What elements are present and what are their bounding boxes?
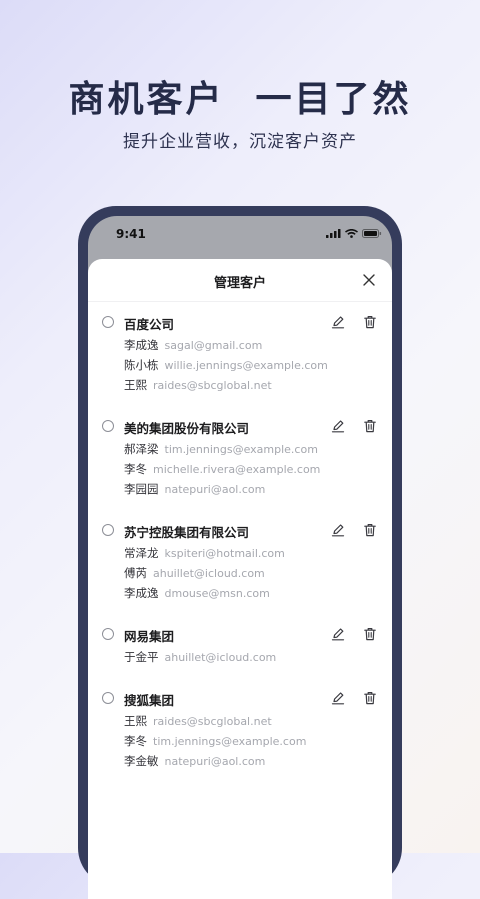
status-icons <box>326 229 382 238</box>
trash-icon[interactable] <box>363 627 377 641</box>
trash-icon[interactable] <box>363 691 377 705</box>
contact-name: 李金敏 <box>124 754 159 768</box>
trash-icon[interactable] <box>363 523 377 537</box>
contact-row: 李金敏 natepuri@aol.com <box>124 753 265 769</box>
contact-row: 郝泽梁 tim.jennings@example.com <box>124 441 318 457</box>
contact-email: willie.jennings@example.com <box>164 359 328 372</box>
select-radio[interactable] <box>102 524 114 536</box>
contact-email: michelle.rivera@example.com <box>153 463 321 476</box>
contact-row: 陈小栋 willie.jennings@example.com <box>124 357 328 373</box>
contact-row: 李冬 michelle.rivera@example.com <box>124 461 320 477</box>
trash-icon[interactable] <box>363 419 377 433</box>
contact-name: 王熙 <box>124 714 147 728</box>
company-name: 百度公司 <box>124 317 175 332</box>
contact-email: raides@sbcglobal.net <box>153 379 272 392</box>
sheet-title: 管理客户 <box>213 276 266 291</box>
contact-row: 傅芮 ahuillet@icloud.com <box>124 565 265 581</box>
contact-row: 李成逸 dmouse@msn.com <box>124 585 270 601</box>
hero-subtitle: 提升企业营收，沉淀客户资产 <box>123 132 357 152</box>
edit-icon[interactable] <box>331 627 345 641</box>
edit-icon[interactable] <box>331 419 345 433</box>
contact-row: 王熙 raides@sbcglobal.net <box>124 377 272 393</box>
contact-name: 傅芮 <box>124 566 147 580</box>
contact-row: 常泽龙 kspiteri@hotmail.com <box>124 545 285 561</box>
edit-icon[interactable] <box>331 315 345 329</box>
company-name: 网易集团 <box>124 629 175 644</box>
contact-row: 于金平 ahuillet@icloud.com <box>124 649 276 665</box>
close-icon[interactable] <box>362 273 376 287</box>
company-name: 搜狐集团 <box>124 693 175 708</box>
select-radio[interactable] <box>102 420 114 432</box>
contact-email: tim.jennings@example.com <box>164 443 318 456</box>
battery-icon <box>362 229 382 238</box>
contact-email: sagal@gmail.com <box>164 339 263 352</box>
select-radio[interactable] <box>102 692 114 704</box>
contact-name: 王熙 <box>124 378 147 392</box>
contact-email: dmouse@msn.com <box>164 587 270 600</box>
contact-row: 王熙 raides@sbcglobal.net <box>124 713 272 729</box>
contact-name: 于金平 <box>124 650 159 664</box>
contact-name: 李冬 <box>124 734 147 748</box>
contact-email: natepuri@aol.com <box>164 755 266 768</box>
contact-name: 李冬 <box>124 462 147 476</box>
signal-icon <box>326 229 341 238</box>
wifi-icon <box>345 229 358 238</box>
contact-name: 李园园 <box>124 482 159 496</box>
status-time: 9:41 <box>116 227 146 241</box>
hero-title: 商机客户 一目了然 <box>68 79 412 120</box>
contact-name: 李成逸 <box>124 338 159 352</box>
edit-icon[interactable] <box>331 523 345 537</box>
contact-row: 李成逸 sagal@gmail.com <box>124 337 262 353</box>
contact-name: 常泽龙 <box>124 546 159 560</box>
contact-email: ahuillet@icloud.com <box>164 651 277 664</box>
contact-row: 李冬 tim.jennings@example.com <box>124 733 306 749</box>
manage-customers-sheet: 管理客户 百度公司 李成逸 sagal@gmail.com 陈小栋 willie.j… <box>88 259 392 899</box>
select-radio[interactable] <box>102 628 114 640</box>
edit-icon[interactable] <box>331 691 345 705</box>
contact-row: 李园园 natepuri@aol.com <box>124 481 265 497</box>
company-name: 苏宁控股集团有限公司 <box>124 525 250 540</box>
contact-name: 郝泽梁 <box>124 442 159 456</box>
select-radio[interactable] <box>102 316 114 328</box>
trash-icon[interactable] <box>363 315 377 329</box>
contact-name: 李成逸 <box>124 586 159 600</box>
contact-email: tim.jennings@example.com <box>153 735 307 748</box>
sheet-divider <box>88 301 392 302</box>
contact-email: ahuillet@icloud.com <box>153 567 265 580</box>
contact-email: raides@sbcglobal.net <box>153 715 272 728</box>
contact-name: 陈小栋 <box>124 358 159 372</box>
contact-email: natepuri@aol.com <box>164 483 266 496</box>
contact-email: kspiteri@hotmail.com <box>164 547 285 560</box>
company-name: 美的集团股份有限公司 <box>124 421 250 436</box>
